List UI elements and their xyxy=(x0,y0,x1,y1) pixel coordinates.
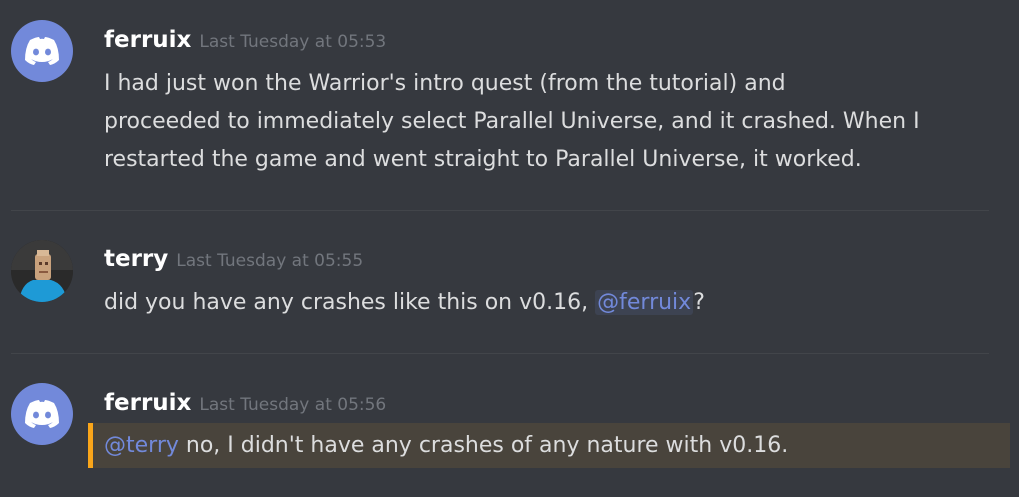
message-text: no, I didn't have any crashes of any nat… xyxy=(178,433,789,458)
message-divider xyxy=(11,210,989,211)
username-label[interactable]: ferruix xyxy=(104,390,191,416)
timestamp: Last Tuesday at 05:53 xyxy=(199,32,387,52)
message-line: I had just won the Warrior's intro quest… xyxy=(104,71,786,96)
message-line: restarted the game and went straight to … xyxy=(104,147,862,172)
message-line: @terry no, I didn't have any crashes of … xyxy=(104,427,979,465)
timestamp: Last Tuesday at 05:56 xyxy=(199,395,387,415)
timestamp: Last Tuesday at 05:55 xyxy=(176,251,364,271)
message-content: I had just won the Warrior's intro quest… xyxy=(104,65,979,179)
message-content: did you have any crashes like this on v0… xyxy=(104,284,979,322)
message-divider xyxy=(11,353,989,354)
discord-logo-icon xyxy=(25,400,59,428)
discord-logo-icon xyxy=(25,37,59,65)
username-label[interactable]: ferruix xyxy=(104,27,191,53)
username[interactable]: ferruix Last Tuesday at 05:53 xyxy=(104,27,386,53)
username[interactable]: terry Last Tuesday at 05:55 xyxy=(104,246,363,272)
message-text: ? xyxy=(693,290,705,315)
user-mention[interactable]: @terry xyxy=(104,433,179,458)
user-photo-avatar xyxy=(11,240,73,302)
username-label[interactable]: terry xyxy=(104,246,168,272)
username[interactable]: ferruix Last Tuesday at 05:56 xyxy=(104,390,386,416)
avatar[interactable] xyxy=(11,20,73,82)
user-mention[interactable]: @ferruix xyxy=(595,290,694,315)
message-line: proceeded to immediately select Parallel… xyxy=(104,109,920,134)
avatar[interactable] xyxy=(11,383,73,445)
avatar[interactable] xyxy=(11,240,73,302)
message-line: did you have any crashes like this on v0… xyxy=(104,284,979,322)
message-content: @terry no, I didn't have any crashes of … xyxy=(104,427,979,465)
message-text: did you have any crashes like this on v0… xyxy=(104,290,596,315)
